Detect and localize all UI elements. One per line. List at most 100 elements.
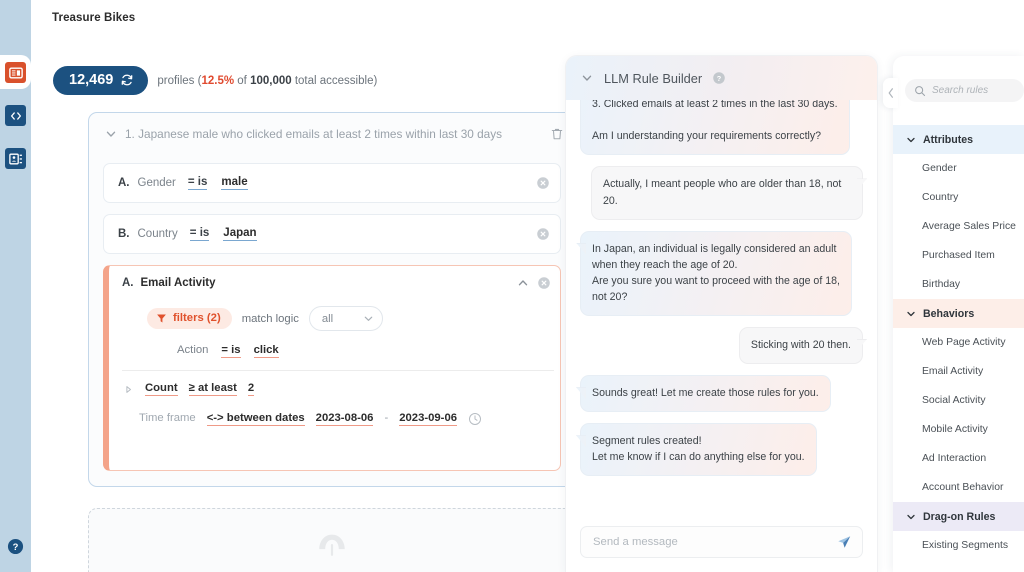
caption-prefix: profiles ( xyxy=(157,74,202,87)
rule-dropzone[interactable] xyxy=(88,508,575,572)
rules-section-label: Behaviors xyxy=(923,307,975,320)
chat-message: In Japan, an individual is legally consi… xyxy=(580,230,863,317)
svg-text:?: ? xyxy=(717,74,722,83)
action-value[interactable]: click xyxy=(253,344,279,358)
chat-bubble-user: Sticking with 20 then. xyxy=(738,327,863,365)
chat-message: Sounds great! Let me create those rules … xyxy=(580,375,863,413)
rule-item-social-activity[interactable]: Social Activity xyxy=(893,386,1024,415)
rules-tree: Attributes Gender Country Average Sales … xyxy=(893,125,1024,560)
rules-section-behaviors[interactable]: Behaviors xyxy=(893,299,1024,328)
rule-group-card: 1. Japanese male who clicked emails at l… xyxy=(88,112,575,487)
count-operator[interactable]: ≥ at least xyxy=(188,382,237,396)
remove-activity-button[interactable] xyxy=(537,276,551,290)
chat-message-input[interactable] xyxy=(593,536,835,548)
condition-value[interactable]: male xyxy=(221,176,248,190)
rule-item-gender[interactable]: Gender xyxy=(893,154,1024,183)
count-value[interactable]: 2 xyxy=(247,382,255,396)
timeframe-clock-button[interactable] xyxy=(468,412,483,427)
svg-text:?: ? xyxy=(13,542,19,553)
condition-row-country[interactable]: B. Country = is Japan xyxy=(103,214,561,254)
remove-condition-button[interactable] xyxy=(536,227,550,241)
trash-icon xyxy=(551,128,563,140)
condition-operator[interactable]: = is xyxy=(187,176,208,190)
chat-message: Sticking with 20 then. xyxy=(580,327,863,365)
activity-collapse-toggle[interactable] xyxy=(515,275,531,291)
chat-message: Segment rules created! Let me know if I … xyxy=(580,423,863,477)
search-rules-input[interactable] xyxy=(932,85,1012,96)
refresh-icon[interactable] xyxy=(120,73,134,87)
chat-bubble-bot: Sounds great! Let me create those rules … xyxy=(580,375,831,413)
timeframe-row: Time frame <-> between dates 2023-08-06 … xyxy=(139,412,483,427)
drop-placeholder-icon xyxy=(318,534,345,556)
timeframe-start-date[interactable]: 2023-08-06 xyxy=(315,412,374,426)
chat-input-container[interactable] xyxy=(580,526,863,558)
sidebar-item-contacts[interactable] xyxy=(5,148,26,169)
rule-group-collapse-toggle[interactable] xyxy=(103,126,119,142)
action-row: Action = is click xyxy=(177,344,279,358)
rule-item-web-page-activity[interactable]: Web Page Activity xyxy=(893,328,1024,357)
triangle-right-icon xyxy=(125,385,131,393)
send-message-button[interactable] xyxy=(835,533,853,551)
rules-section-drag-on-rules[interactable]: Drag-on Rules xyxy=(893,502,1024,531)
chevron-down-icon xyxy=(364,316,373,321)
question-circle-icon: ? xyxy=(713,72,725,84)
chevron-up-icon xyxy=(518,280,528,286)
rule-item-mobile-activity[interactable]: Mobile Activity xyxy=(893,415,1024,444)
rule-item-average-sales-price[interactable]: Average Sales Price xyxy=(893,212,1024,241)
chat-message: Actually, I meant people who are older t… xyxy=(580,166,863,220)
rule-item-existing-segments[interactable]: Existing Segments xyxy=(893,531,1024,560)
segments-icon xyxy=(8,66,23,79)
condition-row-gender[interactable]: A. Gender = is male xyxy=(103,163,561,203)
condition-field: Country xyxy=(137,228,178,240)
profile-count-caption: profiles (12.5% of 100,000 total accessi… xyxy=(157,75,377,87)
chat-bubble-bot: 1. Japanese male. 2. Reaches the age of … xyxy=(580,100,850,156)
condition-letter: A. xyxy=(118,177,130,189)
filters-badge[interactable]: filters (2) xyxy=(147,308,232,329)
rules-panel-collapse-button[interactable] xyxy=(883,78,898,108)
condition-operator[interactable]: = is xyxy=(189,227,210,241)
help-button[interactable]: ? xyxy=(5,536,26,557)
remove-condition-button[interactable] xyxy=(536,176,550,190)
chat-help-button[interactable]: ? xyxy=(712,71,726,85)
activity-card-email-activity: A. Email Activity filters (2) match logi… xyxy=(103,265,561,471)
condition-value[interactable]: Japan xyxy=(223,227,257,241)
caption-total: 100,000 xyxy=(250,74,292,87)
rule-item-birthday[interactable]: Birthday xyxy=(893,270,1024,299)
chevron-down-icon xyxy=(582,75,592,81)
chat-message: 1. Japanese male. 2. Reaches the age of … xyxy=(580,100,863,156)
delete-rule-group-button[interactable] xyxy=(548,125,566,143)
action-operator[interactable]: = is xyxy=(221,344,241,358)
rule-item-email-activity[interactable]: Email Activity xyxy=(893,357,1024,386)
match-logic-select[interactable]: all xyxy=(308,306,383,331)
rule-item-purchased-item[interactable]: Purchased Item xyxy=(893,241,1024,270)
main-content: Treasure Bikes 12,469 profiles (12.5% of… xyxy=(31,0,575,572)
rules-section-attributes[interactable]: Attributes xyxy=(893,125,1024,154)
question-circle-icon: ? xyxy=(7,538,24,555)
chat-message-list[interactable]: 1. Japanese male. 2. Reaches the age of … xyxy=(566,100,877,527)
rule-group-title: 1. Japanese male who clicked emails at l… xyxy=(125,127,503,141)
rule-item-account-behavior[interactable]: Account Behavior xyxy=(893,473,1024,502)
chevron-down-icon xyxy=(106,131,116,137)
caption-middle: of xyxy=(234,74,251,87)
chat-bubble-user: Actually, I meant people who are older t… xyxy=(591,166,863,220)
chat-collapse-toggle[interactable] xyxy=(580,71,594,85)
timeframe-label: Time frame xyxy=(139,412,196,424)
rules-section-label: Attributes xyxy=(923,133,974,146)
rule-item-country[interactable]: Country xyxy=(893,183,1024,212)
count-row: Count ≥ at least 2 xyxy=(122,382,255,396)
search-icon xyxy=(915,85,926,96)
rules-section-label: Drag-on Rules xyxy=(923,510,996,523)
count-label[interactable]: Count xyxy=(145,382,178,396)
sidebar-item-segments[interactable] xyxy=(5,62,26,83)
timeframe-operator[interactable]: <-> between dates xyxy=(206,412,305,426)
search-rules-container[interactable] xyxy=(905,79,1024,102)
profile-count-value: 12,469 xyxy=(69,72,114,88)
rule-item-ad-interaction[interactable]: Ad Interaction xyxy=(893,444,1024,473)
activity-card-header: A. Email Activity xyxy=(109,266,560,300)
sidebar-item-code[interactable] xyxy=(5,105,26,126)
caption-suffix: total accessible) xyxy=(291,74,378,87)
timeframe-end-date[interactable]: 2023-09-06 xyxy=(399,412,458,426)
chevron-left-icon xyxy=(888,88,893,98)
profile-count-badge[interactable]: 12,469 xyxy=(53,66,149,95)
count-expand-toggle[interactable] xyxy=(122,385,134,394)
